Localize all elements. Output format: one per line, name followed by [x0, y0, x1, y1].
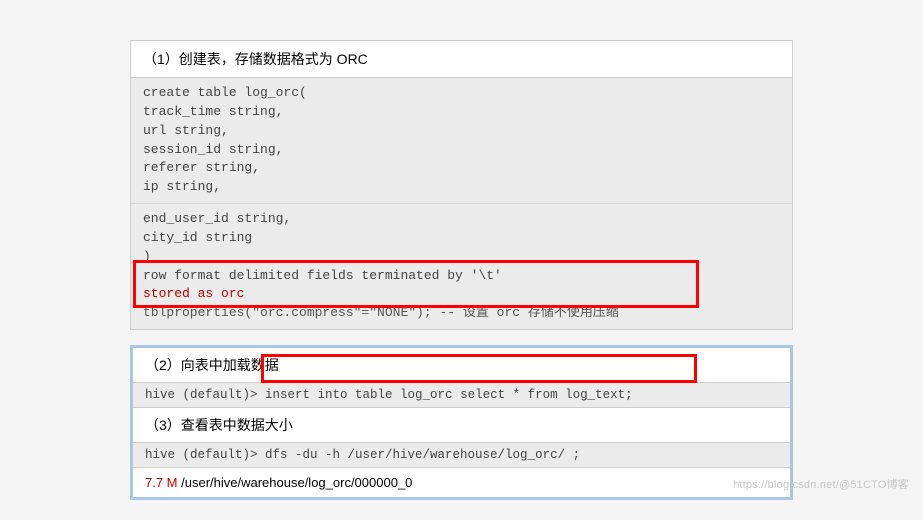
hive-prompt: hive (default)> [145, 388, 265, 402]
header-3: （3）查看表中数据大小 [133, 408, 790, 443]
insert-line: hive (default)> insert into table log_or… [133, 383, 790, 408]
highlight-box-stored-orc [133, 260, 699, 308]
result-size: 7.7 M [145, 475, 178, 490]
result-path: /user/hive/warehouse/log_orc/000000_0 [178, 475, 413, 490]
highlight-box-insert [261, 354, 697, 383]
code-create-1: create table log_orc( track_time string,… [131, 78, 792, 204]
insert-command: insert into table log_orc select * from … [265, 388, 633, 402]
header-1: （1）创建表，存储数据格式为 ORC [131, 41, 792, 78]
result-line: 7.7 M /user/hive/warehouse/log_orc/00000… [133, 468, 790, 497]
watermark: https://blog.csdn.net/@51CTO博客 [733, 476, 909, 492]
dfs-line: hive (default)> dfs -du -h /user/hive/wa… [133, 443, 790, 468]
